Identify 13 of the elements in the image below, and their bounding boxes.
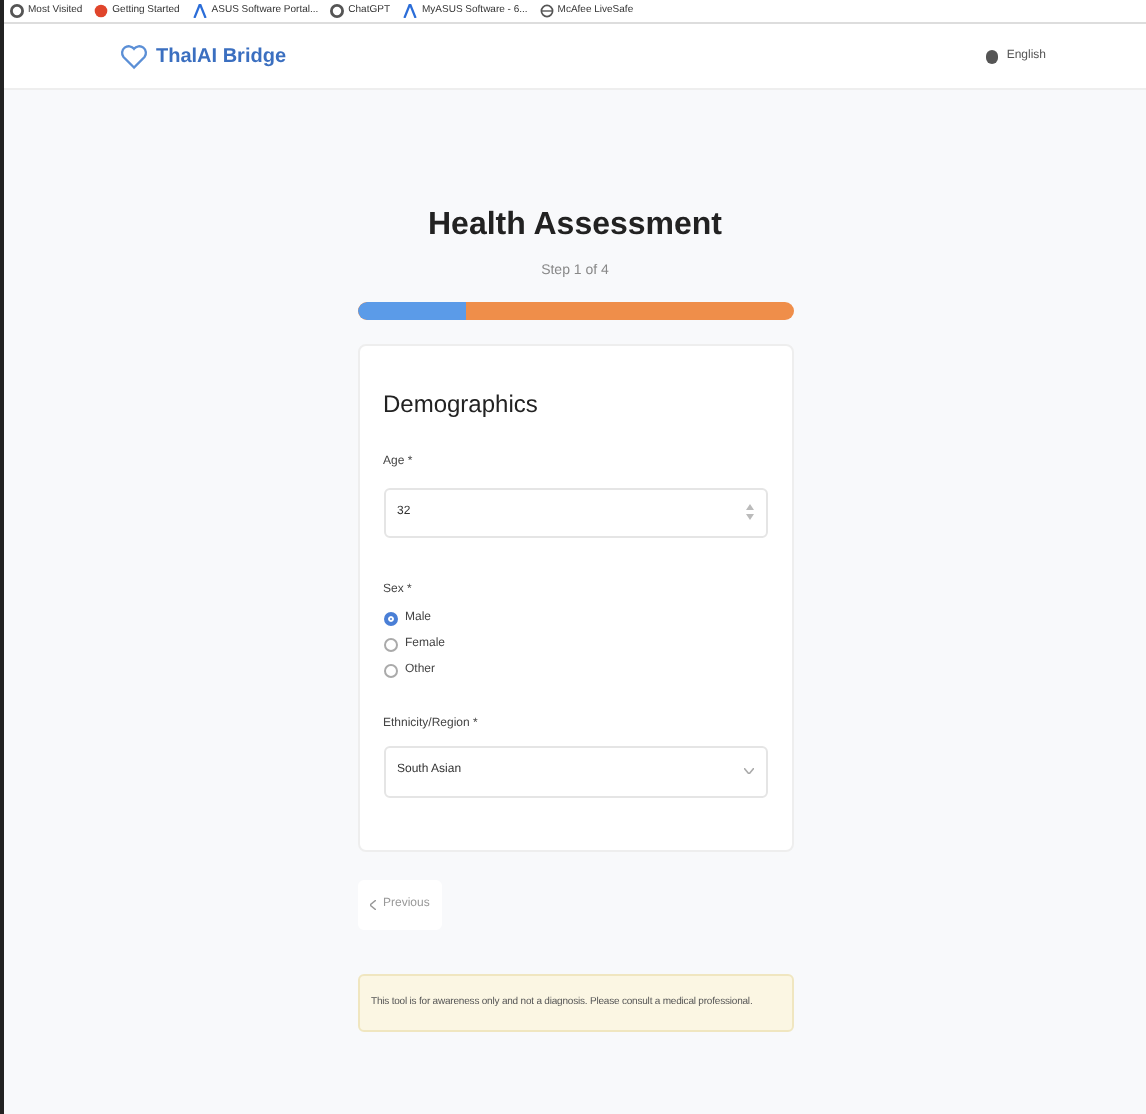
chevron-left-icon — [369, 899, 375, 909]
radio-button[interactable] — [383, 637, 397, 651]
heart-icon — [120, 43, 148, 69]
page-title: Health Assessment — [427, 206, 723, 246]
globe-icon — [539, 4, 554, 18]
stepper-icon[interactable] — [745, 504, 753, 520]
radio-button[interactable] — [383, 611, 397, 625]
section-heading: Demographics — [383, 387, 540, 421]
triangle-logo-icon — [402, 4, 418, 18]
brand-name[interactable]: ThalAI Bridge — [156, 41, 287, 71]
triangle-logo-icon — [191, 4, 208, 18]
radio-button[interactable] — [383, 663, 397, 677]
chevron-down-icon — [743, 768, 753, 774]
